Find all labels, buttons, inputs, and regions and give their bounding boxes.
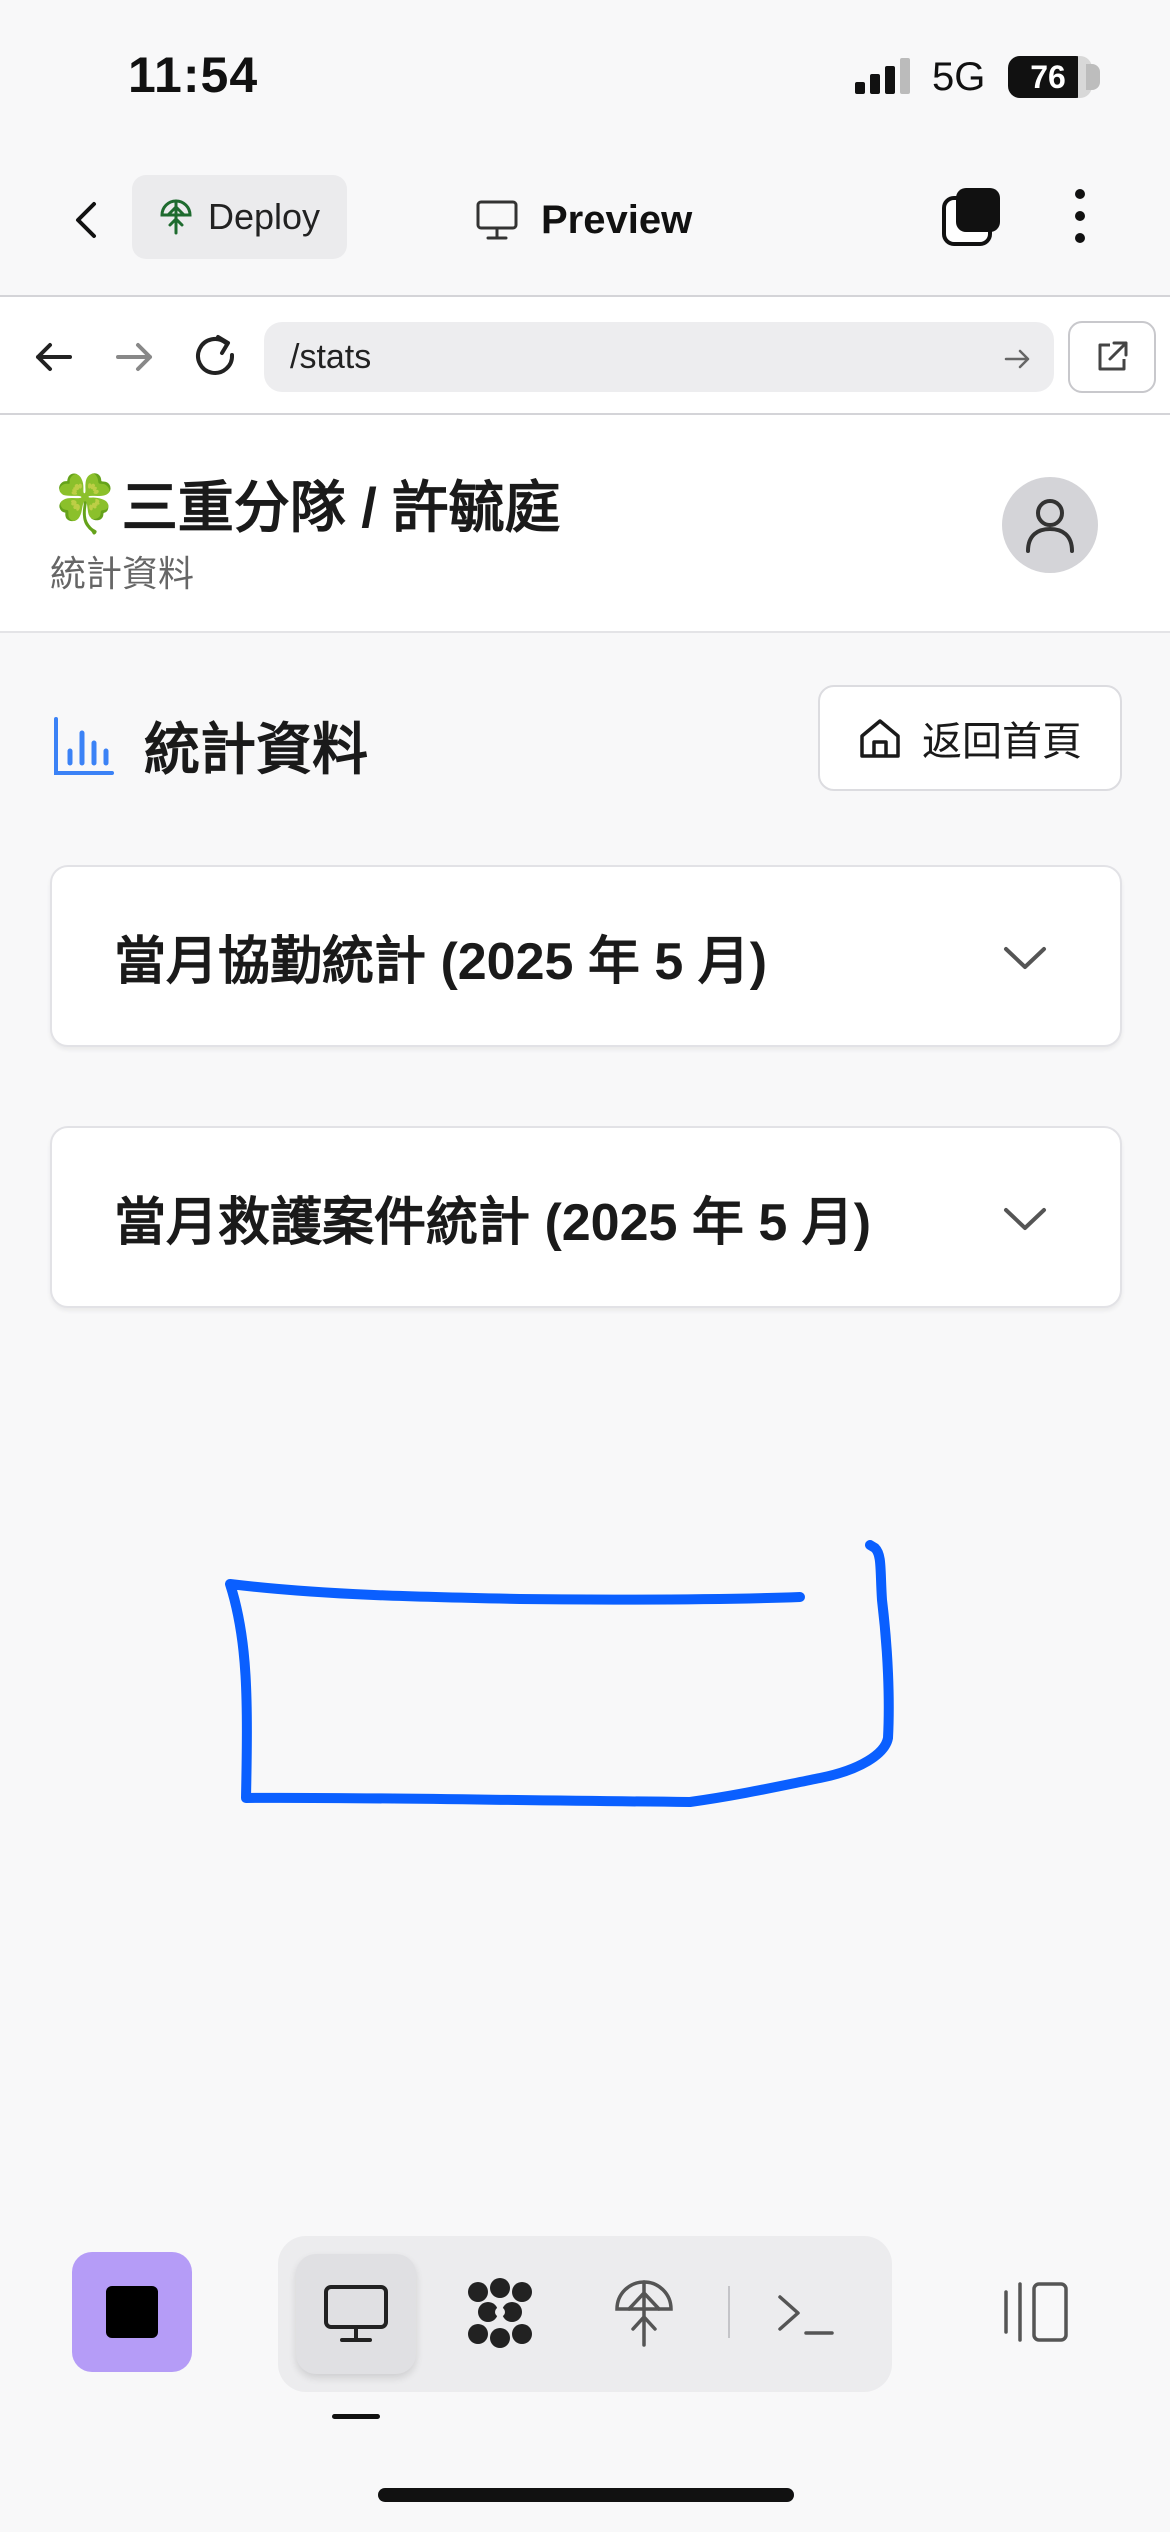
tab-preview[interactable] [296,2254,416,2374]
handwritten-annotation-box [225,1540,894,1807]
tab-deploy[interactable] [584,2254,704,2374]
deploy-icon [615,2280,673,2347]
agent-icon [468,2278,532,2348]
stop-button[interactable] [72,2252,192,2372]
home-indicator [378,2488,794,2502]
tab-agent[interactable] [440,2254,560,2374]
panel-toggle-icon[interactable] [1000,2280,1072,2344]
bottom-tab-group [278,2236,892,2392]
stop-icon [106,2286,158,2338]
tab-divider [728,2286,730,2338]
tab-terminal[interactable] [746,2254,866,2374]
terminal-icon [778,2295,834,2335]
monitor-icon [324,2285,388,2342]
bottom-toolbar [0,2220,1170,2532]
active-tab-indicator [332,2414,380,2419]
